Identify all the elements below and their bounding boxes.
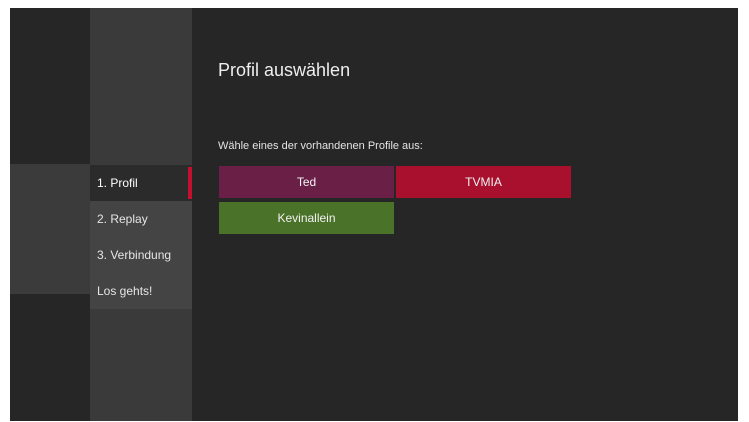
nav-item-profil[interactable]: 1. Profil (90, 165, 192, 201)
nav-item-label: 1. Profil (97, 176, 138, 190)
profile-tile-tvmia[interactable]: TVMIA (396, 166, 571, 198)
profile-name: TVMIA (465, 175, 502, 189)
tv-screen: 1. Profil 2. Replay 3. Verbindung Los ge… (10, 8, 738, 421)
profile-name: Kevinallein (277, 211, 336, 225)
page-subtitle: Wähle eines der vorhandenen Profile aus: (218, 140, 423, 152)
active-indicator (188, 167, 192, 199)
nav-item-replay[interactable]: 2. Replay (90, 201, 192, 237)
nav-item-los-gehts[interactable]: Los gehts! (90, 273, 192, 309)
nav-item-verbindung[interactable]: 3. Verbindung (90, 237, 192, 273)
left-strip-background (10, 164, 90, 294)
page-title: Profil auswählen (218, 60, 351, 80)
profile-tile-kevinallein[interactable]: Kevinallein (219, 202, 394, 234)
nav-item-label: 3. Verbindung (97, 248, 172, 262)
profile-name: Ted (296, 175, 317, 189)
nav-item-label: 2. Replay (97, 212, 148, 226)
nav-item-label: Los gehts! (97, 284, 153, 298)
profile-tile-ted[interactable]: Ted (219, 166, 394, 198)
